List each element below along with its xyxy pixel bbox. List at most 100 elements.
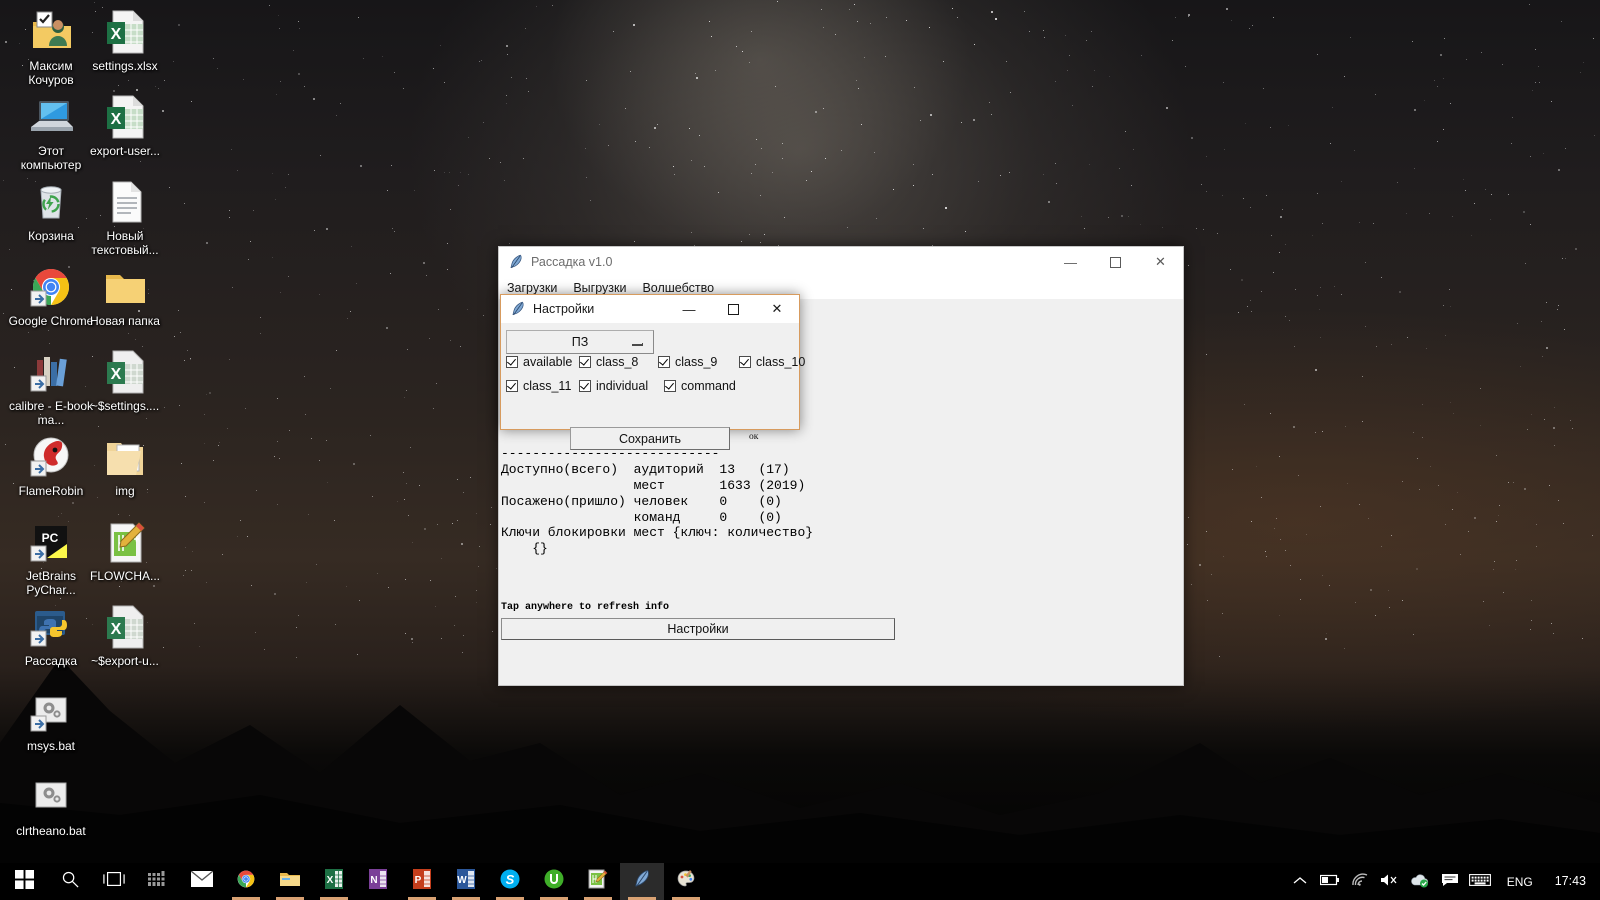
dialog-close-button[interactable]: ✕ (755, 295, 799, 323)
action-center-icon[interactable] (1435, 873, 1465, 890)
volume-icon[interactable] (1375, 873, 1405, 890)
calibre-icon (27, 348, 75, 396)
svg-text:X: X (111, 366, 122, 383)
desktop-icon-label: msys.bat (26, 739, 75, 753)
desktop-icon-11[interactable]: img (82, 433, 168, 498)
checkbox-box[interactable] (506, 380, 518, 392)
task-view-button[interactable] (92, 863, 136, 900)
powerpoint-button[interactable]: P (400, 863, 444, 900)
checkbox-class-10[interactable]: class_10 (739, 355, 805, 369)
main-window-controls: — ✕ (1048, 247, 1183, 277)
skype-icon: S (500, 869, 520, 894)
settings-button[interactable]: Настройки (501, 618, 895, 640)
cortana-tile-button[interactable] (136, 863, 180, 900)
ok-button[interactable]: ок (749, 432, 758, 442)
search-icon (61, 870, 80, 894)
notepadpp-icon (588, 869, 608, 894)
desktop-icon-label: export-user... (89, 144, 161, 158)
desktop-icon-1[interactable]: Xsettings.xlsx (82, 8, 168, 73)
checkbox-class-9[interactable]: class_9 (658, 355, 717, 369)
main-window-titlebar[interactable]: Рассадка v1.0 — ✕ (499, 247, 1183, 277)
flamerobin-icon (27, 433, 75, 481)
windows-logo-icon (14, 869, 34, 894)
folder-icon (279, 870, 301, 893)
excel-file-icon: X (101, 93, 149, 141)
word-icon: W (457, 869, 475, 894)
desktop-icon-7[interactable]: Новая папка (82, 263, 168, 328)
main-window-title: Рассадка v1.0 (531, 255, 613, 269)
paint-button[interactable] (664, 863, 708, 900)
rassadka-button[interactable] (620, 863, 664, 900)
pz-option-menu[interactable]: ПЗ (506, 330, 654, 354)
save-button[interactable]: Сохранить (570, 427, 730, 450)
taskbar[interactable]: X N P W S ENG 17:43 (0, 863, 1600, 900)
desktop-icon-5[interactable]: Новый текстовый... (82, 178, 168, 257)
chevron-up-icon (1293, 875, 1307, 889)
onedrive-icon[interactable] (1405, 873, 1435, 891)
checkbox-command[interactable]: command (664, 379, 736, 393)
desktop-icon-label: settings.xlsx (92, 59, 158, 73)
checkbox-box[interactable] (739, 356, 751, 368)
chevron-down-icon (632, 343, 643, 346)
svg-text:W: W (457, 875, 467, 886)
excel-button[interactable]: X (312, 863, 356, 900)
mail-button[interactable] (180, 863, 224, 900)
paint-icon (676, 869, 696, 894)
system-tray: ENG 17:43 (1285, 863, 1600, 900)
clock[interactable]: 17:43 (1545, 863, 1600, 900)
checkbox-box[interactable] (658, 356, 670, 368)
chrome-button[interactable] (224, 863, 268, 900)
svg-text:PC: PC (42, 531, 59, 545)
desktop-icon-9[interactable]: X ~$settings.... (82, 348, 168, 413)
settings-dialog-body: ПЗ available class_8 class_9 class_10 class… (501, 324, 805, 450)
utorrent-button[interactable] (532, 863, 576, 900)
checkbox-class-8[interactable]: class_8 (579, 355, 638, 369)
checkbox-label: class_9 (675, 355, 718, 369)
img-folder-icon (101, 433, 149, 481)
cloud-check-icon (1410, 873, 1430, 891)
notepadpp-button[interactable] (576, 863, 620, 900)
desktop-icon-15[interactable]: X ~$export-u... (82, 603, 168, 668)
python-app-icon (27, 603, 75, 651)
settings-dialog-titlebar[interactable]: Настройки — ✕ (501, 295, 799, 324)
word-button[interactable]: W (444, 863, 488, 900)
desktop-icon-3[interactable]: Xexport-user... (82, 93, 168, 158)
checkbox-label: available (523, 355, 573, 369)
battery-icon[interactable] (1315, 874, 1345, 889)
dialog-minimize-button[interactable]: — (667, 295, 711, 323)
language-indicator[interactable]: ENG (1495, 875, 1545, 889)
settings-dialog[interactable]: Настройки — ✕ ПЗ available class_8 class_9… (500, 294, 805, 450)
show-hidden-icons-button[interactable] (1285, 875, 1315, 889)
maximize-button[interactable] (1093, 247, 1138, 277)
onenote-button[interactable]: N (356, 863, 400, 900)
checkbox-available[interactable]: available (506, 355, 572, 369)
volume-muted-icon (1380, 874, 1400, 890)
search-button[interactable] (48, 863, 92, 900)
checkbox-box[interactable] (579, 380, 591, 392)
desktop-icon-13[interactable]: FLOWCHA... (82, 518, 168, 583)
checkbox-box[interactable] (579, 356, 591, 368)
dialog-maximize-button[interactable] (711, 295, 755, 323)
checkbox-box[interactable] (506, 356, 518, 368)
checkbox-box[interactable] (664, 380, 676, 392)
start-button[interactable] (0, 863, 48, 900)
speech-bubble-icon (1441, 874, 1459, 890)
checkbox-class-11[interactable]: class_11 (506, 379, 571, 393)
tray-icons (1285, 873, 1495, 891)
minimize-button[interactable]: — (1048, 247, 1093, 277)
file-explorer-button[interactable] (268, 863, 312, 900)
network-icon[interactable] (1345, 873, 1375, 890)
svg-text:X: X (327, 875, 334, 886)
svg-text:N: N (370, 875, 377, 886)
feather-icon (512, 301, 524, 316)
touch-keyboard-icon[interactable] (1465, 873, 1495, 890)
desktop-icon-label: img (115, 484, 135, 498)
skype-button[interactable]: S (488, 863, 532, 900)
wifi-icon (1351, 873, 1369, 890)
desktop-icon-17[interactable]: clrtheano.bat (8, 773, 94, 838)
desktop-icon-16[interactable]: msys.bat (8, 688, 94, 753)
close-button[interactable]: ✕ (1138, 247, 1183, 277)
chrome-icon (236, 869, 256, 894)
grid-icon (148, 871, 168, 892)
checkbox-individual[interactable]: individual (579, 379, 648, 393)
